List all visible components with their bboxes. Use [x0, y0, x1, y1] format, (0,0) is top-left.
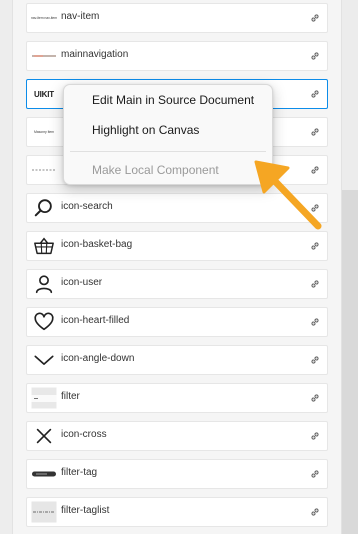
component-label: filter-tag	[61, 467, 98, 478]
component-row[interactable]: icon-angle-down	[26, 345, 328, 375]
component-label: icon-cross	[61, 429, 107, 440]
menu-separator	[70, 151, 266, 152]
angle-down-icon	[31, 349, 57, 371]
component-row[interactable]: nav-item nav-item nav-item	[26, 3, 328, 33]
link-icon[interactable]	[309, 430, 321, 442]
menu-item-edit-main[interactable]: Edit Main in Source Document	[92, 93, 254, 107]
logo-thumb-icon: UIKIT	[31, 83, 57, 105]
basket-icon	[31, 235, 57, 257]
menu-item-highlight-on-canvas[interactable]: Highlight on Canvas	[92, 123, 199, 137]
context-menu: Edit Main in Source Document Highlight o…	[63, 84, 273, 185]
canvas-edge	[342, 190, 358, 534]
tag-thumb-icon	[31, 463, 57, 485]
user-icon	[31, 273, 57, 295]
link-icon[interactable]	[309, 12, 321, 24]
thumb-caption: nav-item nav-item	[30, 16, 58, 20]
component-row[interactable]: mainnavigation	[26, 41, 328, 71]
link-icon[interactable]	[309, 392, 321, 404]
component-label: icon-angle-down	[61, 353, 135, 364]
component-label: filter-taglist	[61, 505, 110, 516]
component-label: icon-search	[61, 201, 113, 212]
component-row[interactable]: filter-taglist	[26, 497, 328, 527]
link-icon[interactable]	[309, 88, 321, 100]
link-icon[interactable]	[309, 506, 321, 518]
link-icon[interactable]	[309, 316, 321, 328]
tiny-text-icon: nav-item nav-item	[31, 7, 57, 29]
component-label: icon-heart-filled	[61, 315, 130, 326]
search-icon	[31, 197, 57, 219]
component-row[interactable]: icon-heart-filled	[26, 307, 328, 337]
component-row[interactable]: icon-user	[26, 269, 328, 299]
component-label: nav-item	[61, 11, 100, 22]
link-icon[interactable]	[309, 126, 321, 138]
component-label: mainnavigation	[61, 49, 129, 60]
heart-icon	[31, 311, 57, 333]
component-row[interactable]: filter	[26, 383, 328, 413]
link-icon[interactable]	[309, 354, 321, 366]
orange-arrow-icon	[254, 160, 322, 230]
tiny-text-icon: Masonry Item	[31, 121, 57, 143]
component-label: filter	[61, 391, 80, 402]
filter-thumb-icon	[31, 387, 57, 409]
link-icon[interactable]	[309, 50, 321, 62]
component-label: icon-basket-bag	[61, 239, 133, 250]
component-label: icon-user	[61, 277, 103, 288]
uikit-logo: UIKIT	[34, 89, 54, 99]
component-row[interactable]: icon-cross	[26, 421, 328, 451]
thumb-caption: Masonry Item	[33, 130, 54, 134]
component-row[interactable]: filter-tag	[26, 459, 328, 489]
cross-icon	[31, 425, 57, 447]
taglist-thumb-icon	[31, 501, 57, 523]
link-icon[interactable]	[309, 278, 321, 290]
link-icon[interactable]	[309, 468, 321, 480]
menu-item-make-local-component: Make Local Component	[92, 163, 219, 177]
dashed-thumb-icon	[31, 159, 57, 181]
line-thumb-icon	[31, 45, 57, 67]
